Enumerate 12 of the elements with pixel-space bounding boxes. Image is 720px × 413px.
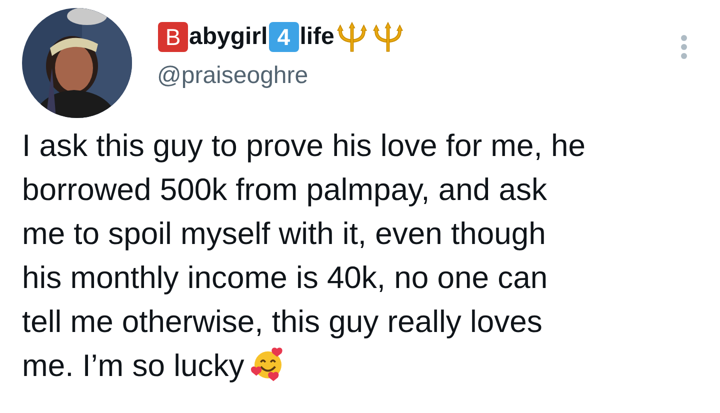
tweet-text-line: his monthly income is 40k, no one can (22, 260, 548, 295)
more-options-icon[interactable] (680, 34, 688, 60)
display-name: abygirl (189, 23, 268, 51)
tweet-text-line: tell me otherwise, this guy really loves (22, 304, 542, 339)
name-digit-key: 4 (268, 22, 299, 52)
tweet-text-line: me to spoil myself with it, even though (22, 216, 546, 251)
tweet-text-line: borrowed 500k from palmpay, and ask (22, 172, 547, 207)
name-letter-key: B (158, 22, 188, 52)
tweet-text-line: me. I’m so lucky (22, 348, 244, 383)
tweet-text-line: I ask this guy to prove his love for me, he (22, 128, 586, 163)
user-handle: @praiseoghre (157, 62, 310, 90)
display-name: life (300, 23, 334, 51)
